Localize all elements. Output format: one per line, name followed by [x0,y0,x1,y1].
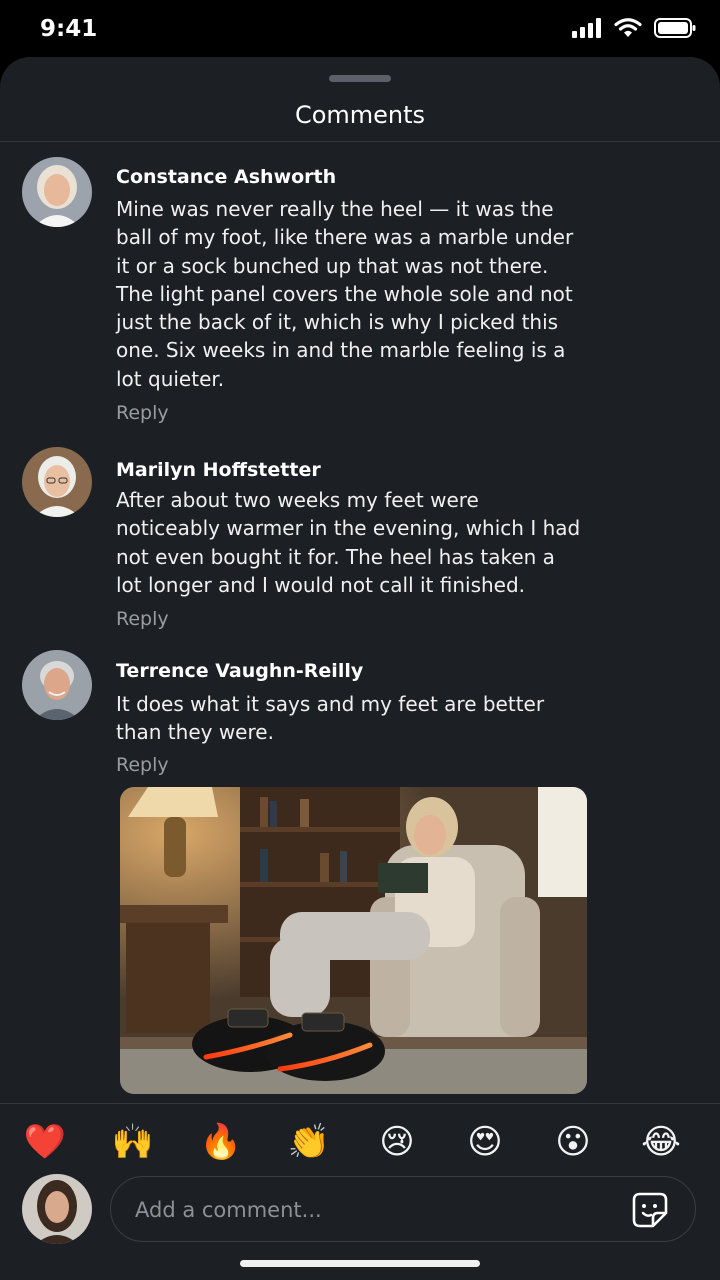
header-divider [0,141,720,142]
heart-eyes-icon[interactable]: 😍 [462,1119,508,1165]
comment-text: Mine was never really the heel — it was … [116,197,574,391]
cellular-signal-icon [572,18,601,38]
current-user-avatar[interactable] [22,1174,92,1244]
comments-sheet: Comments Constance Ashworth Mine was nev… [0,57,720,1280]
avatar[interactable] [22,157,92,227]
reactions-divider [0,1103,720,1104]
reply-button[interactable]: Reply [116,402,169,424]
status-icons [572,18,696,38]
comment-photo[interactable] [120,787,587,1094]
heart-icon[interactable]: ❤️ [22,1119,68,1165]
comment-text: It does what it says and my feet are bet… [116,692,545,745]
status-time: 9:41 [40,16,98,42]
comment-text: After about two weeks my feet were notic… [116,488,581,597]
sticker-icon[interactable] [631,1191,669,1229]
wifi-icon [614,18,642,37]
raising-hands-icon[interactable]: 🙌 [110,1119,156,1165]
avatar[interactable] [22,447,92,517]
reply-button[interactable]: Reply [116,608,169,630]
comment-input[interactable] [133,1177,607,1243]
battery-icon [654,18,696,38]
surprised-face-icon[interactable]: 😮 [550,1119,596,1165]
comment-author[interactable]: Terrence Vaughn-Reilly [116,660,363,682]
sheet-title: Comments [294,101,426,129]
fire-icon[interactable]: 🔥 [198,1119,244,1165]
reaction-bar: ❤️ 🙌 🔥 👏 😢 😍 😮 😂 [0,1119,720,1165]
laughing-face-icon[interactable]: 😂 [638,1119,684,1165]
reply-button[interactable]: Reply [116,754,169,776]
crying-face-icon[interactable]: 😢 [374,1119,420,1165]
home-indicator[interactable] [240,1260,480,1267]
sheet-grabber[interactable] [329,75,391,82]
status-bar: 9:41 [0,0,720,60]
clapping-hands-icon[interactable]: 👏 [286,1119,332,1165]
comment-composer [110,1176,696,1243]
comment-author[interactable]: Constance Ashworth [116,166,336,188]
avatar[interactable] [22,650,92,720]
comment-author[interactable]: Marilyn Hoffstetter [116,459,321,481]
